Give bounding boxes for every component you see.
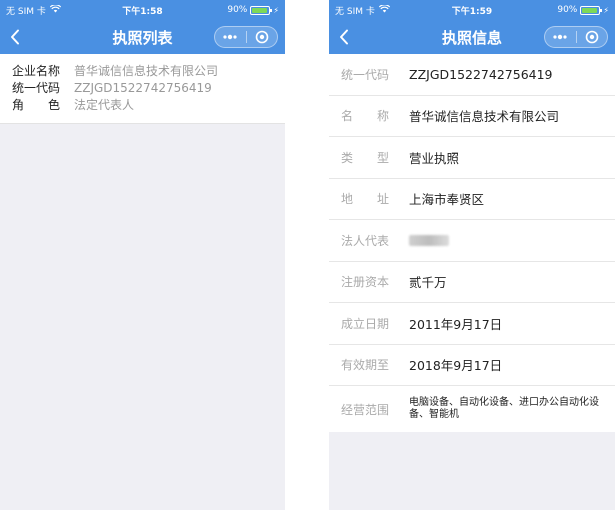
detail-value: 2018年9月17日 [409,358,503,374]
miniprogram-capsule [544,26,608,48]
detail-label: 注册资本 [341,275,390,290]
detail-value: ZZJGD1522742756419 [409,66,553,82]
license-card[interactable]: 企业名称 普华诚信信息技术有限公司 统一代码 ZZJGD152274275641… [0,54,285,124]
detail-value: 贰千万 [409,275,447,291]
battery-percent: 90% [557,5,578,15]
detail-value: 上海市奉贤区 [409,192,485,208]
license-detail-list: 统一代码 ZZJGD1522742756419 名 称 普华诚信信息技术有限公司… [329,54,615,432]
detail-value: 2011年9月17日 [409,316,503,332]
back-button[interactable] [0,20,30,54]
more-dots-icon [223,34,237,40]
detail-row-unified-code: 统一代码 ZZJGD1522742756419 [329,54,615,96]
chevron-left-icon [11,29,19,45]
card-value: 普华诚信信息技术有限公司 [74,64,219,78]
detail-row-established-date: 成立日期 2011年9月17日 [329,303,615,345]
card-label: 企业名称 [12,64,61,78]
back-button[interactable] [329,20,359,54]
detail-label: 成立日期 [341,316,390,331]
detail-row-business-scope: 经营范围 电脑设备、自动化设备、进口办公自动化设备、智能机 [329,386,615,432]
nav-bar: 执照信息 [329,20,615,54]
status-bar: 无 SIM 卡 下午1:59 90% ⚡ [329,0,615,20]
battery-icon [580,5,603,15]
wifi-icon [378,3,390,16]
carrier-label: 无 SIM 卡 [6,6,46,17]
more-button[interactable] [545,27,576,47]
detail-value: 营业执照 [409,150,460,166]
phone-screen-license-list: 无 SIM 卡 下午1:58 90% ⚡ 执照列表 企业名称 普华诚信信息技术有… [0,0,285,510]
nav-bar: 执照列表 [0,20,285,54]
detail-row-name: 名 称 普华诚信信息技术有限公司 [329,96,615,137]
more-button[interactable] [215,27,246,47]
detail-label: 统一代码 [341,67,390,82]
wifi-icon [49,3,61,16]
detail-label: 名 称 [341,109,390,124]
detail-label: 经营范围 [341,402,390,417]
detail-label: 地 址 [341,192,390,207]
detail-value: 电脑设备、自动化设备、进口办公自动化设备、智能机 [409,397,599,420]
charging-icon: ⚡ [603,5,609,15]
battery-percent: 90% [227,5,248,15]
card-row-unified-code: 统一代码 ZZJGD1522742756419 [12,80,273,97]
detail-row-legal-rep: 法人代表 [329,220,615,262]
battery-icon [250,5,273,15]
carrier-label: 无 SIM 卡 [335,6,375,17]
phone-screen-license-info: 无 SIM 卡 下午1:59 90% ⚡ 执照信息 统一代码 ZZJGD1522… [329,0,615,510]
detail-label: 有效期至 [341,358,390,373]
card-label: 角 色 [12,98,61,112]
detail-label: 法人代表 [341,233,390,248]
chevron-left-icon [340,29,348,45]
charging-icon: ⚡ [273,5,279,15]
close-miniprogram-button[interactable] [577,27,608,47]
target-circle-icon [255,30,269,44]
detail-row-type: 类 型 营业执照 [329,137,615,179]
card-label: 统一代码 [12,81,61,95]
detail-label: 类 型 [341,150,390,165]
status-bar: 无 SIM 卡 下午1:58 90% ⚡ [0,0,285,20]
detail-row-registered-capital: 注册资本 贰千万 [329,262,615,303]
card-row-company-name: 企业名称 普华诚信信息技术有限公司 [12,63,273,80]
card-row-role: 角 色 法定代表人 [12,97,273,114]
close-miniprogram-button[interactable] [247,27,278,47]
more-dots-icon [553,34,567,40]
card-value: ZZJGD1522742756419 [74,81,212,95]
detail-row-valid-until: 有效期至 2018年9月17日 [329,345,615,386]
redacted-value [409,234,449,246]
card-value: 法定代表人 [74,98,135,112]
detail-value: 普华诚信信息技术有限公司 [409,109,560,125]
target-circle-icon [585,30,599,44]
miniprogram-capsule [214,26,278,48]
detail-row-address: 地 址 上海市奉贤区 [329,179,615,220]
